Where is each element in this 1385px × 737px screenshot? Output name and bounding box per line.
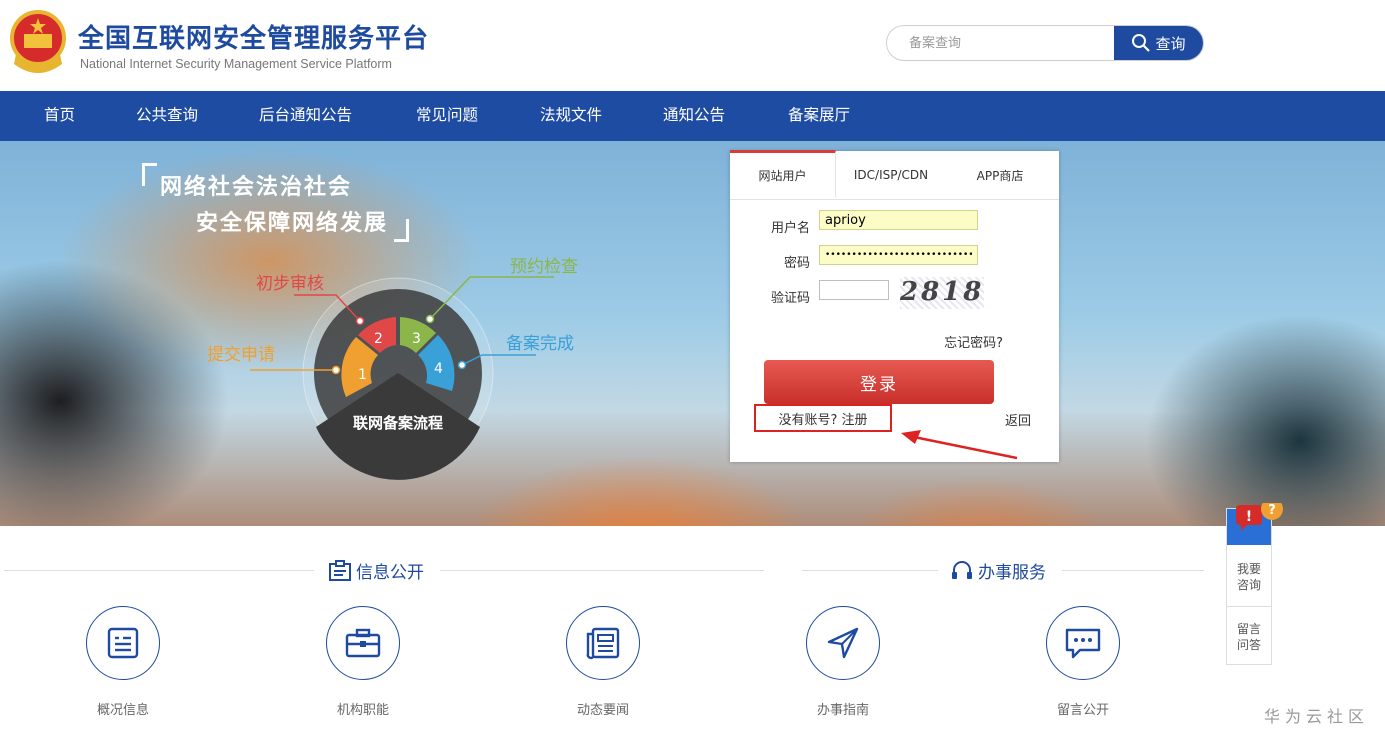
password-label: 密码 (783, 256, 810, 271)
tab-website-user[interactable]: 网站用户 (730, 150, 836, 197)
step-1-number: 1 (358, 367, 367, 383)
news-label: 动态要闻 (576, 703, 629, 718)
section-info-title: 信息公开 (328, 558, 424, 583)
annotation-arrow-icon (901, 430, 1018, 460)
nav-item-backend-notices[interactable]: 后台通知公告 (259, 91, 352, 141)
chat-bubble-icon (1065, 628, 1101, 659)
captcha-field[interactable] (819, 280, 889, 300)
watermark: 华为云社区 (1264, 707, 1370, 726)
tab-idc-isp-cdn[interactable]: IDC/ISP/CDN (837, 151, 945, 199)
org-functions-button[interactable] (326, 606, 400, 680)
national-emblem-logo (10, 10, 66, 73)
message-qa-button[interactable]: 留言问答 (1235, 621, 1263, 653)
slogan-line-2: 安全保障网络发展 (196, 211, 389, 236)
captcha-image[interactable]: 2818 (900, 277, 984, 309)
svg-text:!: ! (1246, 509, 1252, 525)
search-box: 查询 (886, 25, 1204, 61)
section-service-title-text: 办事服务 (978, 563, 1046, 583)
slogan-bracket-open (142, 163, 157, 186)
login-button[interactable]: 登录 (764, 360, 994, 404)
search-icon (1132, 34, 1151, 52)
news-button[interactable] (566, 606, 640, 680)
consult-button[interactable]: 我要咨询 (1235, 561, 1263, 593)
login-tabs: 网站用户 IDC/ISP/CDN APP商店 (730, 150, 1059, 200)
search-button[interactable]: 查询 (1114, 26, 1203, 60)
step-4-number: 4 (434, 361, 443, 377)
nav-item-faq[interactable]: 常见问题 (416, 91, 478, 141)
site-title: 全国互联网安全管理服务平台 (78, 24, 430, 54)
newspaper-icon (586, 627, 620, 660)
hero-banner: 网络社会法治社会 安全保障网络发展 1 2 3 4 联网备案流程 提交申请 初步… (0, 141, 1385, 526)
slogan-line-1: 网络社会法治社会 (160, 175, 353, 200)
navigation-arrow-icon (827, 627, 859, 659)
step-label-review: 初步审核 (256, 274, 324, 294)
divider-line (1227, 606, 1271, 607)
svg-text:?: ? (1268, 503, 1276, 518)
step-label-inspection: 预约检查 (510, 257, 578, 277)
search-button-label: 查询 (1155, 34, 1186, 53)
forgot-password-link[interactable]: 忘记密码? (944, 332, 1003, 351)
tab-app-store[interactable]: APP商店 (946, 151, 1054, 199)
floating-help-panel: ! ? 我要咨询 留言问答 (1226, 503, 1283, 665)
filing-process-diagram: 1 2 3 4 联网备案流程 (250, 276, 554, 480)
username-label: 用户名 (770, 221, 810, 236)
nav-item-regulations[interactable]: 法规文件 (540, 91, 602, 141)
section-service-title: 办事服务 (950, 558, 1046, 583)
divider-line (802, 570, 938, 571)
username-field[interactable] (819, 210, 978, 230)
section-info-title-text: 信息公开 (356, 563, 424, 583)
service-guide-label: 办事指南 (816, 703, 869, 718)
divider-line (4, 570, 314, 571)
divider-line (1062, 570, 1204, 571)
password-field[interactable] (819, 245, 978, 265)
briefcase-icon (345, 628, 381, 658)
nav-item-notices[interactable]: 通知公告 (663, 91, 725, 141)
step-3-number: 3 (412, 331, 421, 347)
search-input[interactable] (887, 26, 1115, 60)
step-label-submit: 提交申请 (207, 345, 275, 365)
step-label-complete: 备案完成 (506, 334, 574, 354)
divider-line (440, 570, 764, 571)
public-messages-label: 留言公开 (1056, 703, 1109, 718)
nav-item-filing-hall[interactable]: 备案展厅 (788, 91, 850, 141)
nav-item-home[interactable]: 首页 (44, 91, 75, 141)
overview-info-button[interactable] (86, 606, 160, 680)
step-2-number: 2 (374, 331, 383, 347)
site-subtitle: National Internet Security Management Se… (80, 57, 392, 71)
captcha-label: 验证码 (770, 291, 810, 306)
consult-badge-icon[interactable]: ! ? (1233, 503, 1289, 541)
nav-item-public-query[interactable]: 公共查询 (136, 91, 198, 141)
process-center-label: 联网备案流程 (353, 414, 443, 432)
overview-info-label: 概况信息 (96, 703, 149, 718)
document-list-icon (107, 627, 139, 659)
public-messages-button[interactable] (1046, 606, 1120, 680)
clipboard-icon (329, 559, 351, 581)
main-nav: 首页 公共查询 后台通知公告 常见问题 法规文件 通知公告 备案展厅 (0, 91, 1385, 141)
org-functions-label: 机构职能 (336, 703, 389, 718)
register-link[interactable]: 没有账号? 注册 (754, 404, 892, 432)
login-panel: 网站用户 IDC/ISP/CDN APP商店 用户名 密码 验证码 2818 忘… (730, 150, 1059, 462)
service-guide-button[interactable] (806, 606, 880, 680)
header: 全国互联网安全管理服务平台 National Internet Security… (0, 0, 1385, 91)
headset-icon (952, 560, 972, 579)
slogan-bracket-close (394, 219, 409, 242)
